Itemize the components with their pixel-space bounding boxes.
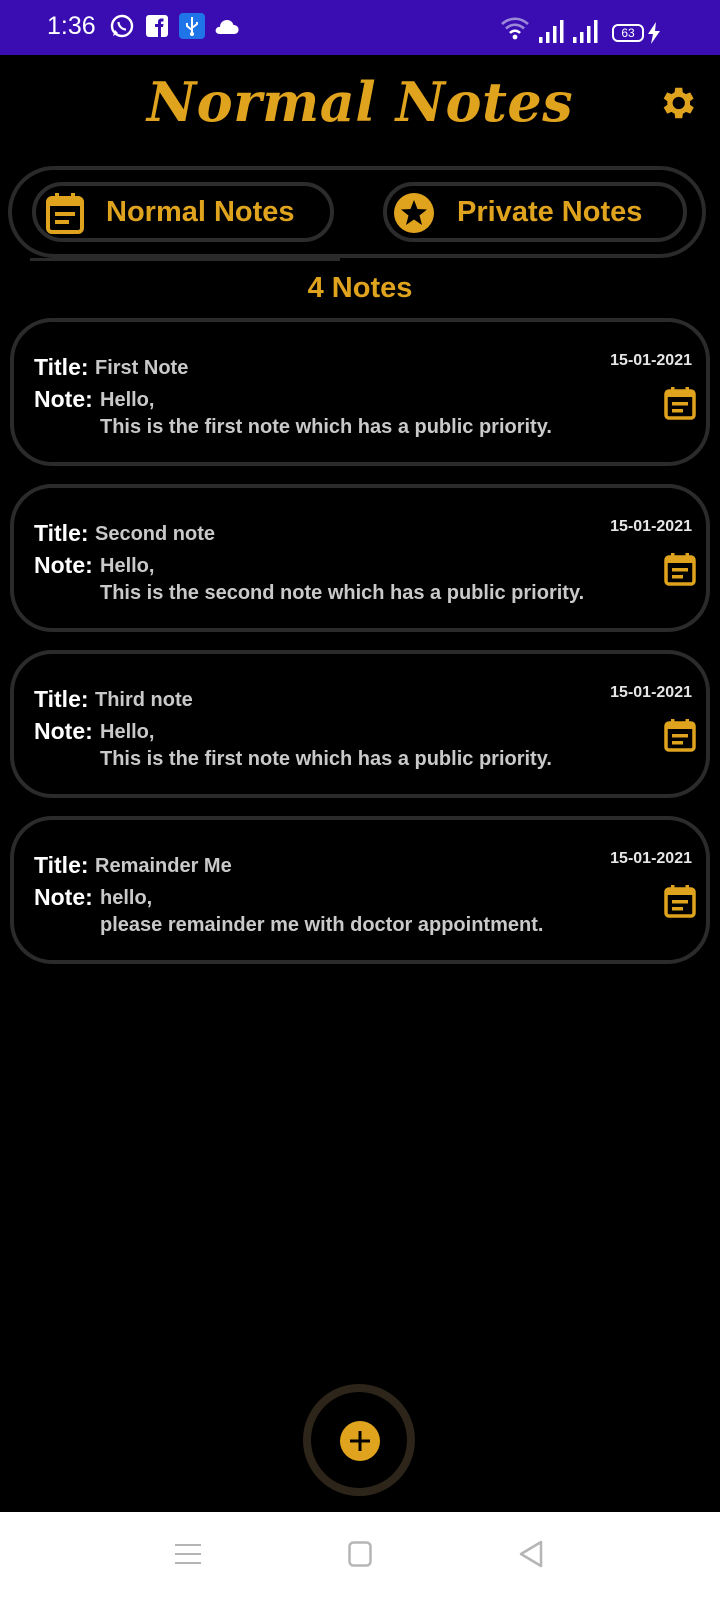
note-label: Note: (34, 552, 93, 578)
facebook-icon (146, 15, 168, 37)
settings-gear-icon[interactable] (656, 82, 698, 124)
cloud-icon (215, 20, 239, 34)
note-title: Third note (95, 689, 193, 711)
note-body-line1: Hello, (100, 555, 155, 577)
title-label: Title: (34, 686, 89, 712)
tab-indicator (30, 258, 340, 261)
note-title: First Note (95, 357, 189, 379)
signal-icon-2 (573, 20, 598, 43)
add-note-button[interactable] (340, 1421, 380, 1461)
note-date: 15-01-2021 (610, 352, 692, 369)
charging-icon (648, 22, 660, 44)
wifi-icon (501, 17, 529, 40)
note-card[interactable]: Title: First Note Note: Hello, This is t… (10, 318, 710, 466)
note-label: Note: (34, 884, 93, 910)
tab-label: Normal Notes (106, 195, 295, 228)
back-icon[interactable] (518, 1540, 544, 1568)
note-body-line1: Hello, (100, 721, 155, 743)
note-body-line2: please remainder me with doctor appointm… (100, 914, 544, 936)
usb-icon (179, 13, 205, 39)
note-date: 15-01-2021 (610, 684, 692, 701)
status-bar: 1:36 63 (0, 0, 720, 55)
note-body-line2: This is the first note which has a publi… (100, 748, 552, 770)
battery-level: 63 (621, 26, 635, 40)
star-icon (394, 193, 434, 233)
note-body-line2: This is the second note which has a publ… (100, 582, 585, 604)
note-card[interactable]: Title: Third note Note: Hello, This is t… (10, 650, 710, 798)
whatsapp-icon (110, 14, 134, 38)
note-label: Note: (34, 718, 93, 744)
menu-icon[interactable] (175, 1542, 201, 1566)
plus-icon (350, 1431, 370, 1451)
app-title: Normal Notes (146, 70, 574, 134)
tab-label: Private Notes (457, 195, 643, 228)
note-label: Note: (34, 386, 93, 412)
note-body-line1: Hello, (100, 389, 155, 411)
note-body-line2: This is the first note which has a publi… (100, 416, 552, 438)
note-date: 15-01-2021 (610, 518, 692, 535)
note-title: Second note (95, 523, 216, 545)
status-time: 1:36 (47, 12, 96, 40)
note-calendar-icon (46, 193, 84, 234)
note-card[interactable]: Title: Second note Note: Hello, This is … (10, 484, 710, 632)
note-calendar-icon (664, 387, 696, 420)
system-navigation-bar (0, 1512, 720, 1600)
note-calendar-icon (664, 719, 696, 752)
note-body-line1: hello, (100, 887, 153, 909)
title-label: Title: (34, 520, 89, 546)
title-label: Title: (34, 354, 89, 380)
signal-icon (539, 20, 564, 43)
tab-normal-notes[interactable]: Normal Notes (32, 182, 334, 242)
home-icon[interactable] (348, 1541, 372, 1567)
note-title: Remainder Me (95, 855, 232, 877)
tab-private-notes[interactable]: Private Notes (383, 182, 687, 242)
notes-count: 4 Notes (307, 272, 413, 304)
title-label: Title: (34, 852, 89, 878)
battery-icon: 63 (612, 24, 644, 42)
note-date: 15-01-2021 (610, 850, 692, 867)
note-calendar-icon (664, 553, 696, 586)
note-calendar-icon (664, 885, 696, 918)
note-card[interactable]: Title: Remainder Me Note: hello, please … (10, 816, 710, 964)
